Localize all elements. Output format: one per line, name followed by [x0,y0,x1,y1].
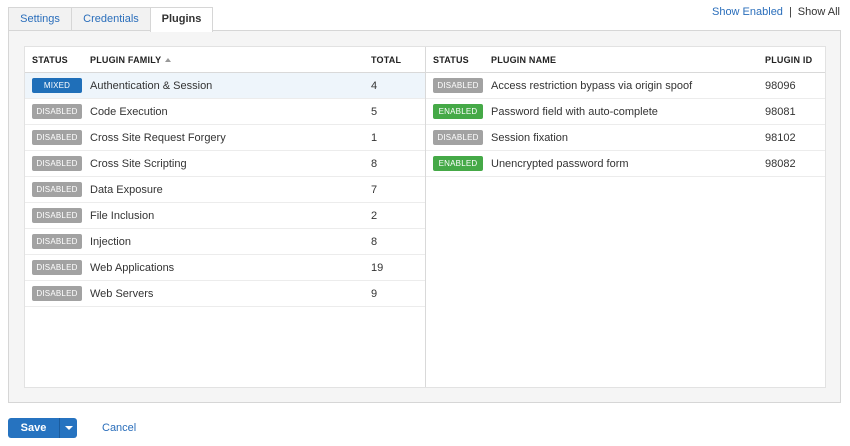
status-badge[interactable]: DISABLED [32,182,82,197]
plugin-id-cell: 98102 [765,131,796,144]
family-row[interactable]: DISABLED Data Exposure 7 [25,177,425,203]
plugin-status-cell: ENABLED [426,156,491,171]
family-status-cell: DISABLED [25,208,90,223]
family-status-cell: DISABLED [25,234,90,249]
family-row[interactable]: DISABLED Web Applications 19 [25,255,425,281]
family-total-cell: 8 [371,157,378,170]
show-enabled-link[interactable]: Show Enabled [712,6,783,18]
family-name-cell: Cross Site Request Forgery [90,131,226,144]
tab-settings[interactable]: Settings [8,7,72,31]
family-total-cell: 9 [371,287,378,300]
family-status-cell: DISABLED [25,286,90,301]
plugin-table-header: STATUS PLUGIN NAME PLUGIN ID [426,47,825,73]
status-column-header[interactable]: STATUS [25,55,90,65]
status-badge[interactable]: DISABLED [433,78,483,93]
status-badge[interactable]: DISABLED [32,260,82,275]
family-row[interactable]: DISABLED Cross Site Request Forgery 1 [25,125,425,151]
filter-separator: | [788,6,792,18]
plugin-row[interactable]: ENABLED Unencrypted password form 98082 [426,151,825,177]
family-name-cell: Code Execution [90,105,168,118]
family-name-cell: Cross Site Scripting [90,157,187,170]
plugin-row[interactable]: ENABLED Password field with auto-complete… [426,99,825,125]
family-name-cell: Authentication & Session [90,79,213,92]
family-name-cell: Web Applications [90,261,175,274]
total-column-header[interactable]: TOTAL [363,55,425,65]
family-total-cell: 7 [371,183,378,196]
status-badge[interactable]: DISABLED [32,234,82,249]
family-total-cell: 2 [371,209,378,222]
family-row[interactable]: DISABLED Code Execution 5 [25,99,425,125]
family-total-cell: 4 [371,79,378,92]
sort-ascending-icon [165,57,172,62]
family-row[interactable]: DISABLED Cross Site Scripting 8 [25,151,425,177]
save-split-button: Save [8,418,77,438]
family-status-cell: MIXED [25,78,90,93]
family-status-cell: DISABLED [25,104,90,119]
cancel-link[interactable]: Cancel [102,418,136,438]
plugin-status-cell: DISABLED [426,130,491,145]
status-badge[interactable]: DISABLED [32,208,82,223]
plugin-id-cell: 98082 [765,157,796,170]
plugin-rows: DISABLED Access restriction bypass via or… [426,73,825,177]
plugin-id-cell: 98081 [765,105,796,118]
status-badge[interactable]: DISABLED [32,104,82,119]
family-status-cell: DISABLED [25,130,90,145]
family-rows: MIXED Authentication & Session 4 DISABLED Co… [25,73,425,307]
plugin-family-table: STATUS PLUGIN FAMILY TOTAL MIXED Authenti… [25,47,426,387]
tab-credentials[interactable]: Credentials [71,7,151,31]
plugin-row[interactable]: DISABLED Access restriction bypass via or… [426,73,825,99]
tab-plugins[interactable]: Plugins [150,7,213,32]
plugin-id-cell: 98096 [765,79,796,92]
family-name-cell: Injection [90,235,131,248]
family-row[interactable]: DISABLED Web Servers 9 [25,281,425,307]
family-name-cell: File Inclusion [90,209,155,222]
family-row[interactable]: MIXED Authentication & Session 4 [25,73,425,99]
plugin-status-cell: DISABLED [426,78,491,93]
family-row[interactable]: DISABLED File Inclusion 2 [25,203,425,229]
plugins-content: STATUS PLUGIN FAMILY TOTAL MIXED Authenti… [24,46,826,388]
family-name-cell: Data Exposure [90,183,163,196]
status-badge[interactable]: DISABLED [32,156,82,171]
status-badge[interactable]: ENABLED [433,104,483,119]
family-status-cell: DISABLED [25,156,90,171]
save-dropdown-button[interactable] [59,418,77,438]
family-status-cell: DISABLED [25,260,90,275]
plugin-list-table: STATUS PLUGIN NAME PLUGIN ID DISABLED Acc… [426,47,825,387]
family-name-cell: Web Servers [90,287,154,300]
status-badge[interactable]: MIXED [32,78,82,93]
plugin-row[interactable]: DISABLED Session fixation 98102 [426,125,825,151]
plugin-status-column-header[interactable]: STATUS [426,55,491,65]
show-all-link[interactable]: Show All [798,6,840,18]
plugin-filter: Show Enabled | Show All [712,6,840,18]
save-button[interactable]: Save [8,418,59,438]
status-badge[interactable]: DISABLED [32,130,82,145]
family-column-header[interactable]: PLUGIN FAMILY [90,55,363,65]
plugin-id-column-header[interactable]: PLUGIN ID [765,55,825,65]
family-status-cell: DISABLED [25,182,90,197]
plugin-name-cell: Unencrypted password form [491,157,629,170]
status-badge[interactable]: DISABLED [433,130,483,145]
family-column-label: PLUGIN FAMILY [90,54,162,65]
plugin-status-cell: ENABLED [426,104,491,119]
status-badge[interactable]: DISABLED [32,286,82,301]
plugin-name-cell: Session fixation [491,131,569,144]
family-row[interactable]: DISABLED Injection 8 [25,229,425,255]
plugin-name-cell: Access restriction bypass via origin spo… [491,79,693,92]
form-footer: Save Cancel [8,418,136,438]
tab-bar: Settings Credentials Plugins [8,7,213,32]
family-total-cell: 8 [371,235,378,248]
plugin-name-column-header[interactable]: PLUGIN NAME [491,55,765,65]
family-total-cell: 1 [371,131,378,144]
status-badge[interactable]: ENABLED [433,156,483,171]
plugins-panel: STATUS PLUGIN FAMILY TOTAL MIXED Authenti… [8,30,841,403]
plugin-name-cell: Password field with auto-complete [491,105,658,118]
family-total-cell: 19 [371,261,384,274]
family-total-cell: 5 [371,105,378,118]
family-table-header: STATUS PLUGIN FAMILY TOTAL [25,47,425,73]
caret-down-icon [64,426,73,430]
